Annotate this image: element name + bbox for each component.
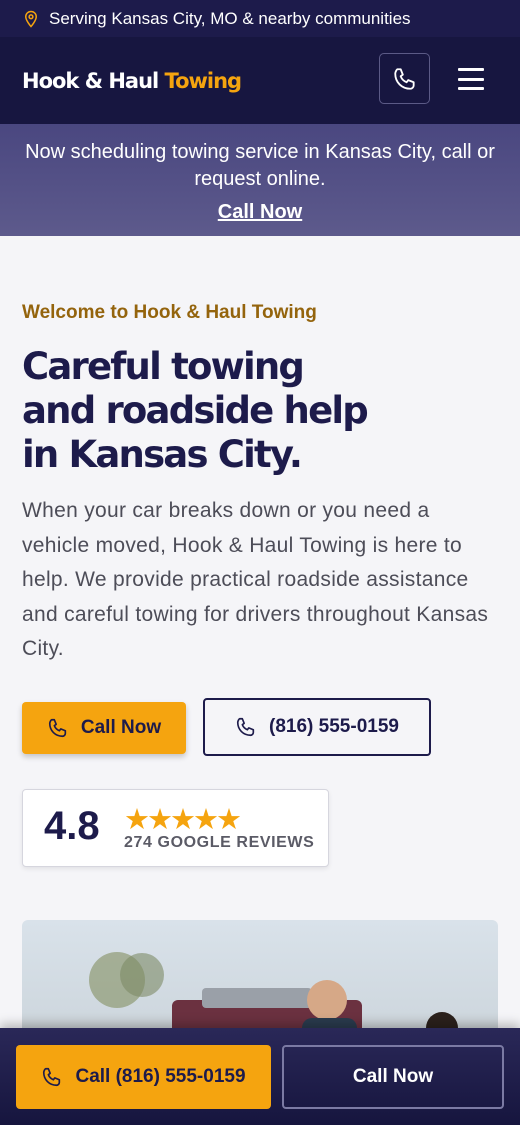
bottom-call-now-button[interactable]: Call Now [282,1045,504,1109]
hamburger-menu-icon[interactable] [458,68,484,90]
bottom-call-label: Call (816) 555-0159 [75,1066,246,1087]
hero-eyebrow: Welcome to Hook & Haul Towing [22,302,317,323]
call-now-label: Call Now [80,717,162,738]
logo-accent: Towing [164,68,243,93]
bottom-call-now-label: Call Now [352,1066,434,1087]
call-now-button[interactable]: Call Now [22,702,186,754]
sticky-bottom-bar: Call (816) 555-0159 Call Now [0,1028,520,1125]
phone-icon [236,717,255,737]
phone-icon [48,718,67,738]
phone-icon [393,67,415,90]
announcement-call-link[interactable]: Call Now [218,199,302,226]
location-bar: Serving Kansas City, MO & nearby communi… [0,0,520,37]
rating-score: 4.8 [44,804,100,848]
logo-main: Hook & Haul [22,68,159,93]
announcement-text: Now scheduling towing service in Kansas … [25,141,495,190]
bottom-call-button[interactable]: Call (816) 555-0159 [16,1045,271,1109]
site-header: Hook & Haul Towing [0,37,520,124]
hero-heading: Careful towing and roadside help in Kans… [22,345,369,476]
phone-icon [43,1067,61,1087]
header-phone-button[interactable] [379,53,430,104]
phone-number-button[interactable]: (816) 555-0159 [203,698,431,756]
phone-number-label: (816) 555-0159 [269,716,399,737]
google-rating-card: 4.8 ★★★★★ 274 GOOGLE REVIEWS [22,789,329,867]
map-pin-icon [24,10,38,28]
rating-stars: ★★★★★ [124,804,242,836]
location-text: Serving Kansas City, MO & nearby communi… [49,8,411,28]
announcement-banner: Now scheduling towing service in Kansas … [0,124,520,236]
review-count: 274 GOOGLE REVIEWS [124,834,315,851]
hero-body: When your car breaks down or you need a … [22,499,489,660]
logo[interactable]: Hook & Haul Towing [22,68,243,93]
